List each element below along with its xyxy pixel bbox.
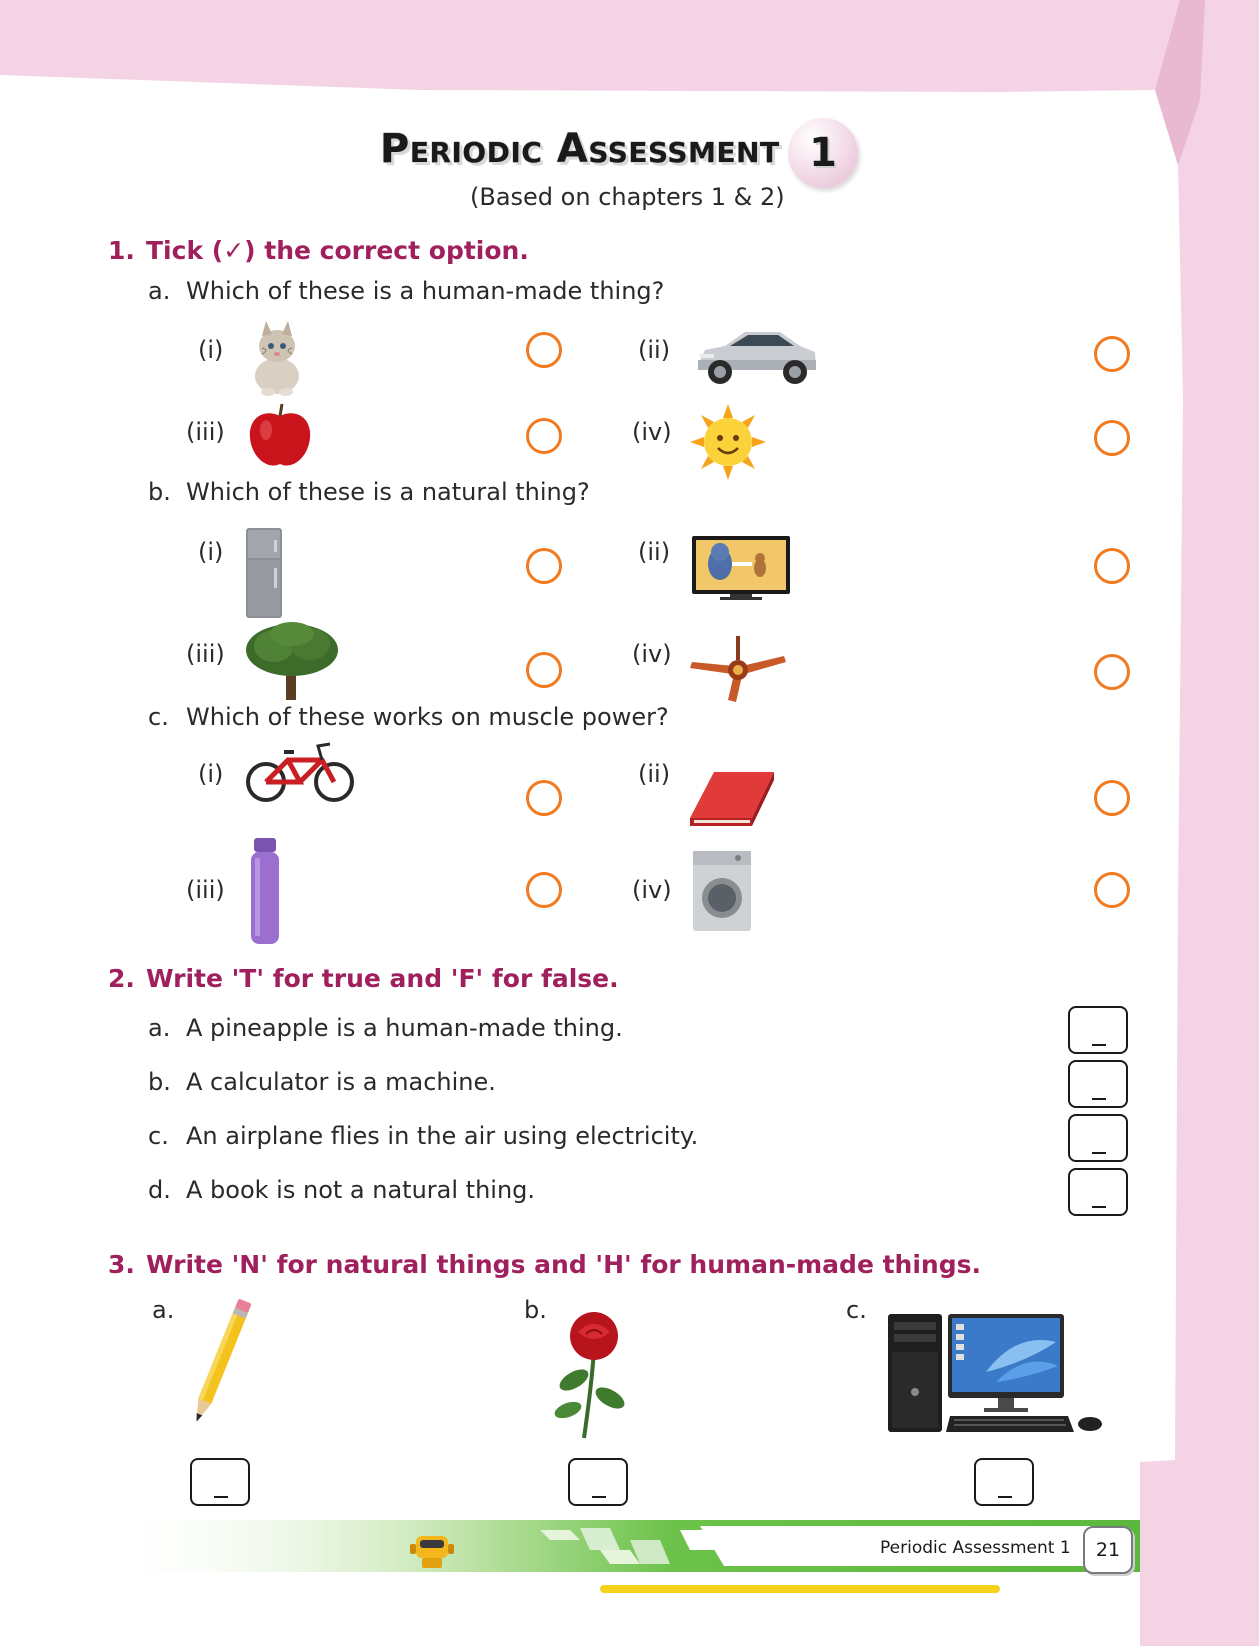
option-label: (iv) <box>632 640 672 668</box>
question-3-heading: 3. Write 'N' for natural things and 'H' f… <box>108 1250 981 1279</box>
option-circle[interactable] <box>526 548 562 584</box>
true-false-answer-box[interactable] <box>1068 1114 1128 1162</box>
part-question: Which of these works on muscle power? <box>186 703 669 731</box>
question-1a: a. Which of these is a human-made thing? <box>148 277 664 305</box>
option-circle[interactable] <box>526 418 562 454</box>
option-label: (iv) <box>632 418 672 446</box>
question-text: Write 'N' for natural things and 'H' for… <box>146 1250 981 1279</box>
option-circle[interactable] <box>526 332 562 368</box>
desktop-computer-icon <box>888 1314 1102 1432</box>
item-letter: c. <box>846 1296 867 1324</box>
refrigerator-icon <box>246 528 282 618</box>
part-question: Which of these is a natural thing? <box>186 478 590 506</box>
option-label: (ii) <box>638 760 671 788</box>
option-circle[interactable] <box>1094 548 1130 584</box>
item-letter: a. <box>152 1296 175 1324</box>
statement-row: b. A calculator is a machine. <box>148 1068 496 1096</box>
question-number: 2. <box>108 964 135 993</box>
option-circle[interactable] <box>1094 872 1130 908</box>
water-bottle-icon <box>251 838 279 944</box>
option-label: (i) <box>198 336 224 364</box>
page-title: Periodic Assessment <box>380 126 780 172</box>
true-false-answer-box[interactable] <box>1068 1168 1128 1216</box>
option-circle[interactable] <box>1094 336 1130 372</box>
question-text: Write 'T' for true and 'F' for false. <box>146 964 619 993</box>
true-false-answer-box[interactable] <box>1068 1060 1128 1108</box>
television-icon <box>692 536 790 600</box>
pencil-icon <box>196 1299 252 1422</box>
option-circle[interactable] <box>526 780 562 816</box>
option-label: (iii) <box>186 640 225 668</box>
option-label: (iii) <box>186 418 225 446</box>
statement-row: d. A book is not a natural thing. <box>148 1176 535 1204</box>
item-letter: b. <box>524 1296 547 1324</box>
sun-icon <box>690 404 766 480</box>
question-1b: b. Which of these is a natural thing? <box>148 478 590 506</box>
question-number: 1. <box>108 236 135 265</box>
part-letter: a. <box>148 277 171 305</box>
page-subtitle: (Based on chapters 1 & 2) <box>470 183 785 211</box>
robot-mascot-icon <box>410 1536 454 1568</box>
bicycle-icon <box>246 742 354 802</box>
statement-letter: c. <box>148 1122 169 1150</box>
natural-human-made-answer-box[interactable] <box>974 1458 1034 1506</box>
option-label: (i) <box>198 760 224 788</box>
question-1-heading: 1. Tick (✓) the correct option. <box>108 236 529 265</box>
option-label: (iv) <box>632 876 672 904</box>
option-circle[interactable] <box>1094 654 1130 690</box>
footer-text: Periodic Assessment 1 <box>880 1538 1071 1558</box>
option-label: (ii) <box>638 336 671 364</box>
statement-letter: a. <box>148 1014 171 1042</box>
page-number: 21 <box>1083 1526 1133 1574</box>
option-label: (iii) <box>186 876 225 904</box>
rose-icon <box>554 1312 625 1439</box>
statement-letter: b. <box>148 1068 171 1096</box>
question-text: Tick (✓) the correct option. <box>146 236 529 265</box>
apple-icon <box>249 403 311 466</box>
title-block: Periodic Assessment 1 <box>380 118 900 188</box>
ceiling-fan-icon <box>690 636 786 702</box>
statement-text: An airplane flies in the air using elect… <box>186 1122 699 1150</box>
book-icon <box>690 772 774 826</box>
option-circle[interactable] <box>526 872 562 908</box>
statement-text: A calculator is a machine. <box>186 1068 496 1096</box>
washing-machine-icon <box>693 851 751 931</box>
true-false-answer-box[interactable] <box>1068 1006 1128 1054</box>
statement-letter: d. <box>148 1176 171 1204</box>
assessment-number-badge: 1 <box>788 118 858 188</box>
part-letter: b. <box>148 478 171 506</box>
natural-human-made-answer-box[interactable] <box>190 1458 250 1506</box>
part-letter: c. <box>148 703 169 731</box>
kitten-icon <box>255 321 299 396</box>
statement-row: a. A pineapple is a human-made thing. <box>148 1014 623 1042</box>
footer-accent-bar <box>600 1585 1000 1593</box>
statement-text: A book is not a natural thing. <box>186 1176 536 1204</box>
natural-human-made-answer-box[interactable] <box>568 1458 628 1506</box>
option-circle[interactable] <box>526 652 562 688</box>
question-1c: c. Which of these works on muscle power? <box>148 703 669 731</box>
question-number: 3. <box>108 1250 135 1279</box>
statement-row: c. An airplane flies in the air using ele… <box>148 1122 698 1150</box>
tree-icon <box>246 622 338 700</box>
part-question: Which of these is a human-made thing? <box>186 277 665 305</box>
option-label: (ii) <box>638 538 671 566</box>
option-circle[interactable] <box>1094 780 1130 816</box>
question-2-heading: 2. Write 'T' for true and 'F' for false. <box>108 964 619 993</box>
option-circle[interactable] <box>1094 420 1130 456</box>
car-icon <box>698 332 816 384</box>
option-label: (i) <box>198 538 224 566</box>
statement-text: A pineapple is a human-made thing. <box>186 1014 623 1042</box>
